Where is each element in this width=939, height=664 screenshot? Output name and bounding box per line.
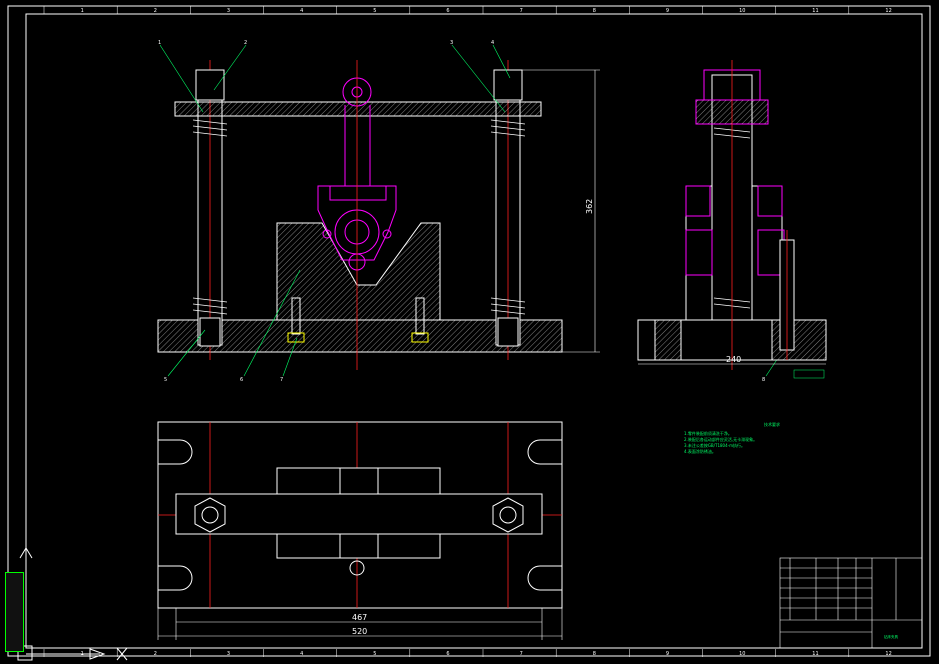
frame-number: 3 — [227, 651, 230, 657]
svg-text:2.装配后各运动部件应灵活,无卡滞现象。: 2.装配后各运动部件应灵活,无卡滞现象。 — [684, 436, 757, 442]
balloon-8: 8 — [762, 377, 765, 383]
balloon-6: 6 — [240, 377, 243, 383]
frame-number: 5 — [373, 651, 376, 657]
inner-span-dim: 467 — [352, 613, 367, 622]
top-view-clamp-bar — [175, 493, 543, 535]
technical-notes: 技术要求 1.零件装配前须清洗干净。 2.装配后各运动部件应灵活,无卡滞现象。 … — [684, 421, 780, 454]
frame-number: 5 — [373, 8, 376, 14]
ucs-icon — [17, 547, 128, 661]
frame-number: 2 — [154, 651, 157, 657]
side-view[interactable]: 240 — [637, 60, 827, 379]
frame-number: 6 — [446, 651, 449, 657]
balloon-7: 7 — [280, 377, 283, 383]
svg-text:3.未注公差按GB/T1804-m执行。: 3.未注公差按GB/T1804-m执行。 — [684, 442, 745, 448]
balloon-3: 3 — [450, 40, 453, 46]
frame-number: 9 — [666, 8, 669, 14]
frame-number: 7 — [520, 651, 523, 657]
nut-left — [195, 69, 225, 101]
drawing-title: 钻床夹具 — [884, 634, 898, 639]
balloon-4: 4 — [491, 40, 494, 46]
left-tool-strip — [5, 572, 24, 652]
top-view[interactable]: 467 520 — [157, 421, 563, 640]
side-width-dim: 240 — [726, 355, 741, 364]
frame-number: 11 — [812, 651, 818, 657]
frame-number: 6 — [446, 8, 449, 14]
title-block — [779, 557, 923, 649]
ucs-cross-icon — [116, 647, 128, 661]
frame-number: 2 — [154, 8, 157, 14]
frame-number: 4 — [300, 651, 303, 657]
frame-number: 8 — [593, 8, 596, 14]
frame-number: 12 — [885, 651, 891, 657]
frame-number: 1 — [81, 8, 84, 14]
svg-text:技术要求: 技术要求 — [764, 421, 780, 427]
frame-number: 9 — [666, 651, 669, 657]
frame-number: 10 — [739, 8, 745, 14]
svg-text:1.零件装配前须清洗干净。: 1.零件装配前须清洗干净。 — [684, 430, 732, 436]
frame-number: 11 — [812, 8, 818, 14]
cad-drawing-canvas[interactable]: 1 2 3 4 5 6 7 8 9 10 11 12 1 2 3 4 5 6 7 8 9 10 11 12 — [0, 0, 939, 664]
frame-number: 3 — [227, 8, 230, 14]
frame-number: 4 — [300, 8, 303, 14]
height-dim-text: 362 — [585, 199, 594, 214]
frame-number: 8 — [593, 651, 596, 657]
frame-top-ruler: 1 2 3 4 5 6 7 8 9 10 11 12 — [43, 6, 892, 14]
frame-number: 10 — [739, 651, 745, 657]
balloon-1: 1 — [158, 40, 161, 46]
svg-text:4.表面涂防锈油。: 4.表面涂防锈油。 — [684, 448, 716, 454]
balloon-2: 2 — [244, 40, 247, 46]
outer-span-dim: 520 — [352, 627, 367, 636]
frame-number: 12 — [885, 8, 891, 14]
top-clamp-bar — [174, 101, 542, 117]
balloon-5: 5 — [164, 377, 167, 383]
frame-number: 7 — [520, 8, 523, 14]
